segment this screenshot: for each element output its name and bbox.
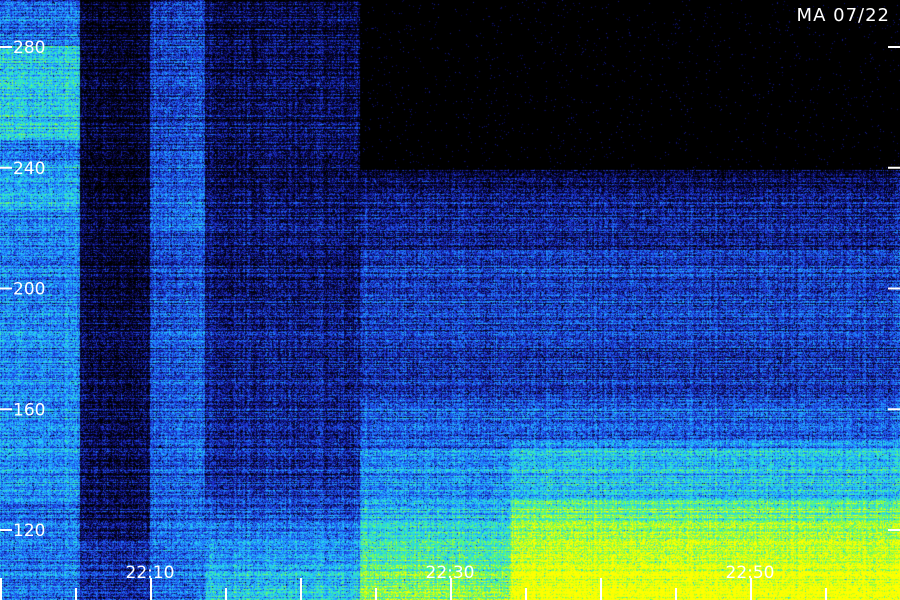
station-date-label: MA 07/22 — [796, 5, 890, 26]
y-tick-label-120: 120 — [13, 521, 45, 541]
x-tick-label-2250: 22:50 — [726, 563, 775, 583]
y-tick-label-240: 240 — [13, 159, 45, 179]
chart-overlay: 120 160 200 240 280 22:10 22:30 22:50 — [0, 38, 900, 600]
x-tick-label-2210: 22:10 — [126, 563, 175, 583]
x-tick-label-2230: 22:30 — [426, 563, 475, 583]
y-tick-label-200: 200 — [13, 280, 45, 300]
spectrogram-chart: 120 160 200 240 280 22:10 22:30 22:50 MA 07/22 — [0, 0, 900, 600]
y-tick-label-280: 280 — [13, 38, 45, 58]
y-tick-label-160: 160 — [13, 400, 45, 420]
